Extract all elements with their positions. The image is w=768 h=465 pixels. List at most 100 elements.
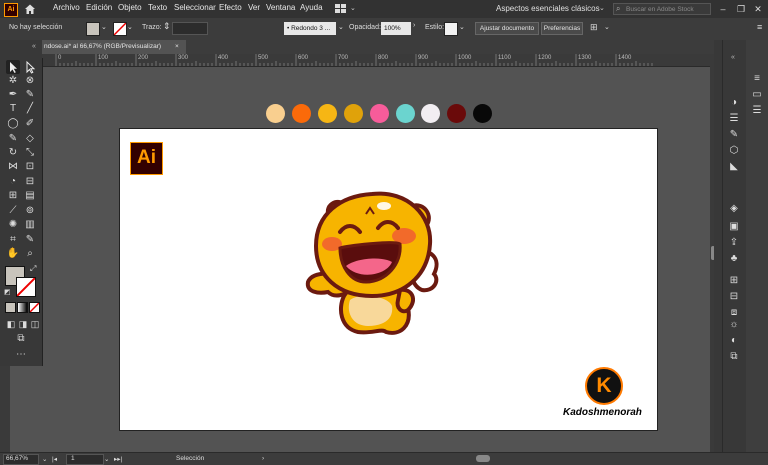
panel-menu-icon[interactable]: ≡ [757, 22, 762, 32]
lasso-tool-icon[interactable]: ⊗ [23, 74, 37, 88]
palette-swatch[interactable] [317, 104, 337, 123]
palette-swatch[interactable] [447, 104, 467, 123]
adjust-document-button[interactable]: Ajustar documento [475, 22, 539, 35]
curvature-tool-icon[interactable]: ✎ [23, 88, 37, 102]
fill-chevron-icon[interactable]: ⌄ [101, 23, 107, 31]
scale-tool-icon[interactable]: ⤡ [23, 146, 37, 160]
palette-swatch[interactable] [291, 104, 311, 123]
width-tool-icon[interactable]: ⋈ [6, 160, 20, 174]
layers-panel-icon[interactable]: ◈ [727, 202, 741, 216]
fill-swatch[interactable] [86, 22, 100, 36]
default-fill-stroke-icon[interactable]: ◩ [4, 288, 11, 296]
hand-tool-icon[interactable]: ✋ [6, 247, 20, 261]
stroke-color-box[interactable] [16, 277, 36, 297]
opacity-arrow-icon[interactable]: › [413, 22, 415, 29]
symbol-sprayer-tool-icon[interactable]: ✺ [6, 218, 20, 232]
menu-objeto[interactable]: Objeto [118, 3, 142, 12]
brush-definition-dropdown[interactable]: • Redondo 3 ... [284, 22, 336, 35]
artboard-tool-icon[interactable]: ⌗ [6, 233, 20, 247]
artboards-panel-icon[interactable]: ▣ [727, 220, 741, 234]
swatches-panel-icon[interactable]: ☰ [727, 112, 741, 126]
slice-tool-icon[interactable]: ✎ [23, 233, 37, 247]
transform-chevron-icon[interactable]: ⌄ [604, 23, 610, 31]
palette-swatch[interactable] [343, 104, 363, 123]
stroke-chevron-icon[interactable]: ⌄ [127, 23, 133, 31]
column-graph-tool-icon[interactable]: ▥ [23, 218, 37, 232]
palette-swatch[interactable] [266, 104, 285, 123]
selection-tool-icon[interactable] [6, 60, 20, 74]
align-panel-icon[interactable]: ⊟ [727, 290, 741, 304]
maximize-icon[interactable]: ❐ [734, 2, 748, 16]
cartoon-character-illustration[interactable] [300, 188, 444, 338]
artboard-chevron-icon[interactable]: ⌄ [104, 455, 109, 463]
brush-chevron-icon[interactable]: ⌄ [338, 23, 344, 31]
change-screen-mode-icon[interactable]: ⧉ [14, 332, 28, 346]
collapse-toolbar-icon[interactable]: « [32, 43, 36, 50]
color-mode-icon[interactable] [5, 302, 16, 313]
type-tool-icon[interactable]: T [6, 102, 20, 116]
shaper-tool-icon[interactable]: ✎ [6, 132, 20, 146]
libraries-panel-icon[interactable]: ▭ [750, 88, 764, 102]
rotate-tool-icon[interactable]: ↻ [6, 146, 20, 160]
document-tab[interactable]: ndose.ai* al 66,67% (RGB/Previsualizar) … [42, 40, 186, 54]
swap-fill-stroke-icon[interactable]: ⤢ [30, 264, 36, 274]
next-artboard-icon[interactable]: ▸▸| [114, 455, 122, 463]
eraser-tool-icon[interactable]: ◇ [23, 132, 37, 146]
menu-ver[interactable]: Ver [248, 3, 260, 12]
minimize-icon[interactable]: – [716, 2, 730, 16]
workspace-switcher[interactable]: Aspectos esenciales clásicos [496, 4, 600, 13]
asset-export-panel-icon[interactable]: ⇪ [727, 236, 741, 250]
arrange-chevron-icon[interactable]: ⌄ [350, 4, 356, 12]
zoom-chevron-icon[interactable]: ⌄ [42, 455, 47, 463]
adobe-stock-search-input[interactable]: Buscar en Adobe Stock [613, 3, 711, 15]
free-transform-tool-icon[interactable]: ⊡ [23, 160, 37, 174]
symbols-panel-icon[interactable]: ⬡ [727, 144, 741, 158]
zoom-tool-icon[interactable]: ⌕ [23, 247, 37, 261]
links-panel-icon[interactable]: ⧉ [727, 350, 741, 364]
cc-libraries-panel-icon[interactable]: ♣ [727, 252, 741, 266]
mesh-tool-icon[interactable]: ⊞ [6, 189, 20, 203]
style-chevron-icon[interactable]: ⌄ [459, 23, 465, 31]
close-tab-icon[interactable]: × [175, 40, 179, 54]
expand-panels-icon[interactable]: « [731, 54, 735, 61]
status-menu-icon[interactable]: › [262, 455, 264, 462]
menu-texto[interactable]: Texto [148, 3, 167, 12]
stroke-weight-field[interactable] [172, 22, 208, 35]
color-panel-icon[interactable]: ◑ [727, 96, 741, 110]
artboard-number-field[interactable]: 1 [66, 454, 104, 465]
pen-tool-icon[interactable]: ✒ [6, 88, 20, 102]
menu-efecto[interactable]: Efecto [219, 3, 242, 12]
transform-panel-icon[interactable]: ⊞ [727, 274, 741, 288]
gradient-mode-icon[interactable] [17, 302, 28, 313]
transform-icon[interactable]: ⊞ [590, 22, 598, 33]
graphic-style-swatch[interactable] [444, 22, 458, 36]
workspace-chevron-icon[interactable]: ⌄ [599, 4, 605, 12]
home-icon[interactable] [24, 3, 36, 15]
brushes-panel-icon[interactable]: ✎ [727, 128, 741, 142]
direct-selection-tool-icon[interactable] [23, 60, 37, 74]
preferences-button[interactable]: Preferencias [541, 22, 583, 35]
perspective-grid-tool-icon[interactable]: ⊟ [23, 175, 37, 189]
palette-swatch[interactable] [369, 104, 389, 123]
gradient-tool-icon[interactable]: ▤ [23, 189, 37, 203]
opacity-field[interactable]: 100% [381, 22, 411, 35]
graphic-styles-panel-icon[interactable]: ◐ [727, 334, 741, 348]
palette-swatch[interactable] [421, 104, 441, 123]
draw-inside-icon[interactable]: ◫ [28, 317, 42, 331]
menu-archivo[interactable]: Archivo [53, 3, 80, 12]
first-artboard-icon[interactable]: |◂ [52, 455, 57, 463]
properties-panel-icon[interactable]: ≡ [750, 72, 764, 86]
stroke-stepper-icon[interactable]: ⇕ [163, 21, 171, 32]
shape-builder-tool-icon[interactable]: ◔ [6, 175, 20, 189]
horizontal-ruler[interactable]: 0 100 200 300 400 500 600 700 800 900 1000 1100 1200… [42, 54, 714, 67]
arrange-documents-icon[interactable] [335, 4, 347, 14]
close-window-icon[interactable]: ✕ [751, 2, 765, 16]
palette-swatch[interactable] [395, 104, 415, 123]
palette-swatch[interactable] [473, 104, 493, 123]
menu-ayuda[interactable]: Ayuda [300, 3, 323, 12]
paintbrush-tool-icon[interactable]: ✐ [23, 117, 37, 131]
blend-tool-icon[interactable]: ⊚ [23, 204, 37, 218]
stroke-panel-icon[interactable]: ◣ [727, 160, 741, 174]
zoom-field[interactable]: 66,67% [3, 454, 39, 465]
edit-toolbar-icon[interactable]: ⋯ [14, 348, 28, 362]
